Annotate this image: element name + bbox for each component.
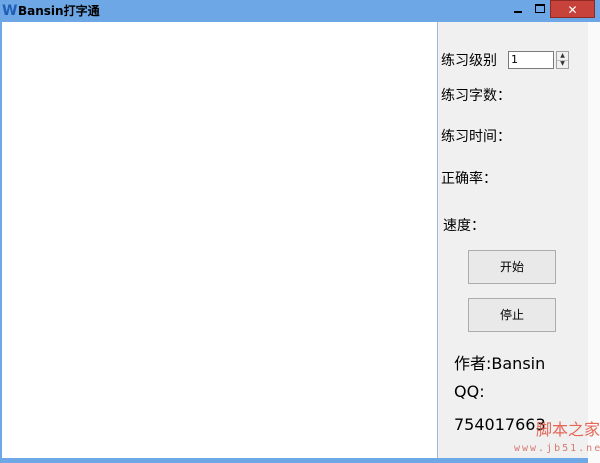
maximize-button[interactable]: [530, 0, 550, 18]
title-bar[interactable]: W Bansin打字通 ✕: [0, 0, 600, 22]
watermark-logo: 脚本之家: [536, 420, 600, 439]
practice-time-label: 练习时间：: [441, 129, 511, 145]
app-logo-icon: W: [2, 3, 18, 19]
background-window-edge: [588, 22, 600, 463]
window-title: Bansin打字通: [18, 4, 100, 18]
close-icon: ✕: [567, 3, 578, 17]
accuracy-label: 正确率：: [441, 171, 497, 187]
char-count-label: 练习字数：: [441, 88, 511, 104]
qq-label: QQ:: [454, 382, 485, 401]
typing-area[interactable]: [2, 22, 438, 458]
app-window: W Bansin打字通 ✕ 练习级别 1 ▲ ▼ 练习字数： 练习时间： 正确率…: [0, 0, 600, 463]
client-area: 练习级别 1 ▲ ▼ 练习字数： 练习时间： 正确率： 速度： 开始 停止 作者…: [2, 22, 588, 458]
minimize-button[interactable]: [505, 0, 530, 18]
author-text: 作者:Bansin: [454, 354, 546, 373]
level-label: 练习级别: [441, 53, 497, 69]
level-spinner[interactable]: ▲ ▼: [556, 51, 569, 69]
start-button[interactable]: 开始: [468, 250, 556, 284]
minimize-icon: [513, 11, 522, 13]
qq-number: 754017663: [454, 415, 546, 434]
close-button[interactable]: ✕: [550, 0, 595, 18]
stop-button[interactable]: 停止: [468, 298, 556, 332]
spinner-down-icon[interactable]: ▼: [557, 60, 568, 68]
maximize-icon: [535, 4, 545, 13]
speed-label: 速度：: [443, 218, 485, 234]
watermark-url: www.jb51.net: [514, 443, 600, 454]
level-spinner-input[interactable]: 1: [508, 51, 554, 69]
